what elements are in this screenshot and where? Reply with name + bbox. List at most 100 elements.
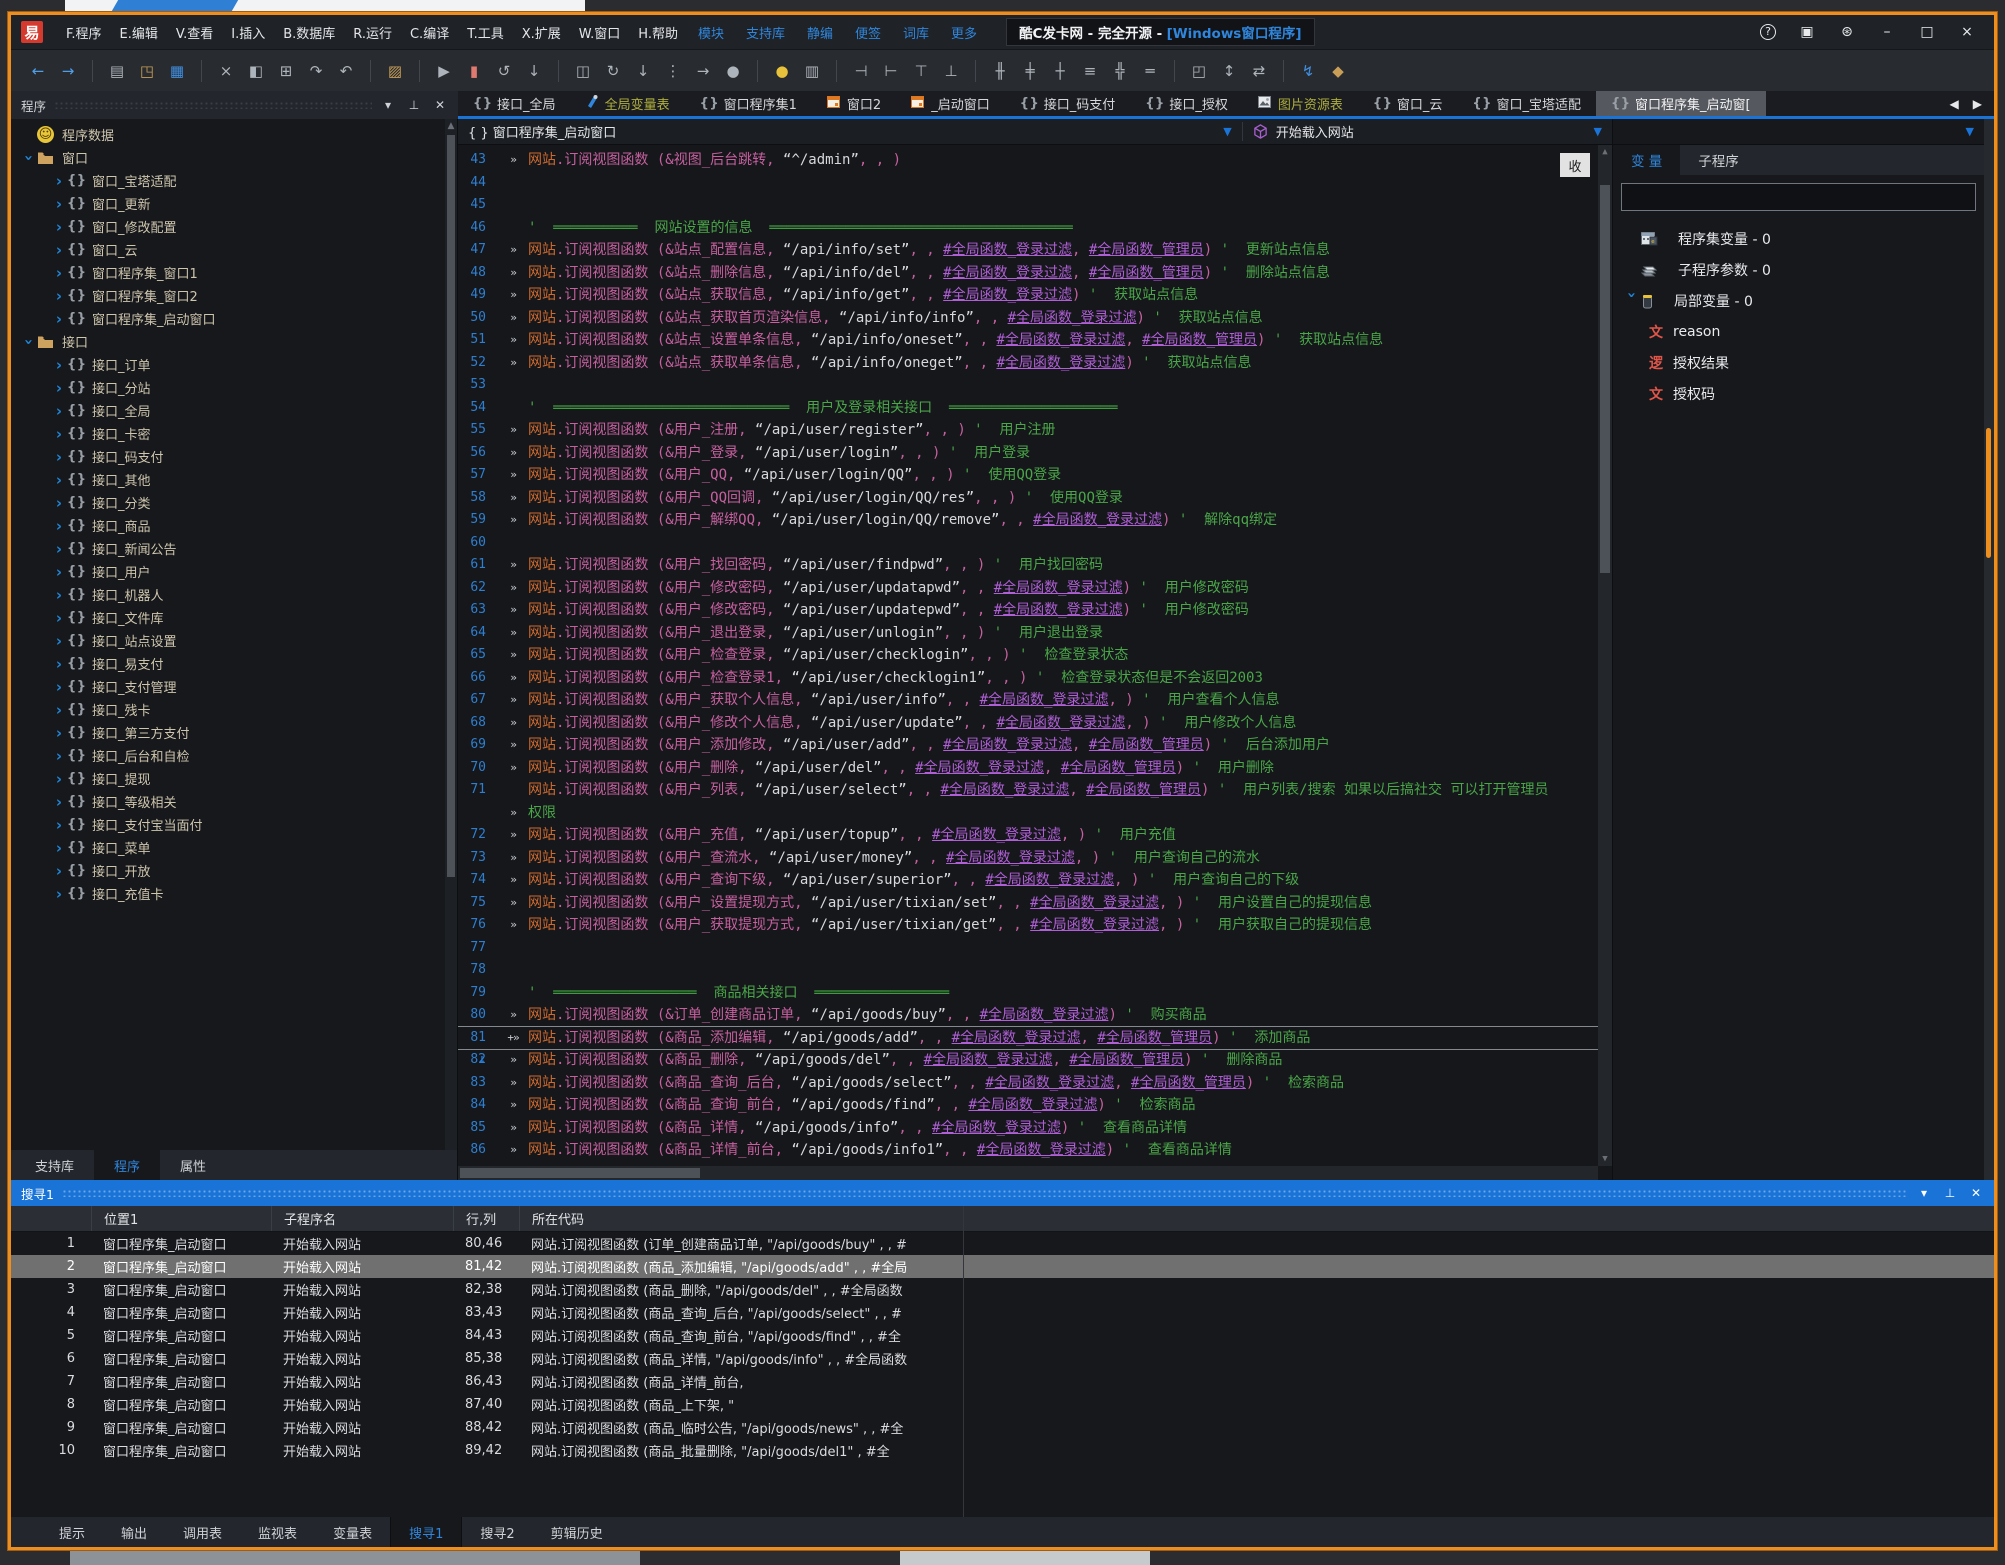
window-preview-icon[interactable]: ◫ (570, 58, 596, 84)
doc-tab[interactable]: _启动窗口 (896, 91, 1005, 116)
menu-item[interactable]: X.扩展 (513, 23, 570, 42)
chevron-right-icon[interactable]: › (51, 471, 67, 489)
variables-filter-input[interactable] (1621, 183, 1976, 211)
table-row[interactable]: 9窗口程序集_启动窗口开始载入网站88,42网站.订阅视图函数 (商品_临时公告… (11, 1416, 1994, 1439)
tree-item[interactable]: ›接口 (11, 330, 457, 353)
insert-down-icon[interactable]: ↓ (630, 58, 656, 84)
goto-icon[interactable]: → (690, 58, 716, 84)
menu-item-extra[interactable]: 便签 (844, 23, 892, 42)
output-tab-变量表[interactable]: 变量表 (315, 1517, 390, 1547)
scrollbar-thumb[interactable] (1600, 185, 1610, 573)
doc-tab[interactable]: 全局变量表 (571, 91, 685, 116)
output-tab-搜寻1[interactable]: 搜寻1 (390, 1517, 462, 1547)
chevron-right-icon[interactable]: › (51, 218, 67, 236)
tree-item[interactable]: ›{ }接口_后台和自检 (11, 744, 457, 767)
new-file-icon[interactable]: ▤ (104, 58, 130, 84)
code-line[interactable]: 85»网站.订阅视图函数 (&商品_详情, “/api/goods/info”,… (458, 1117, 1598, 1140)
chevron-right-icon[interactable]: › (51, 379, 67, 397)
search-panel-close-icon[interactable]: ✕ (1968, 1186, 1984, 1200)
code-line[interactable]: 69»网站.订阅视图函数 (&用户_添加修改, “/api/user/add”,… (458, 734, 1598, 757)
collapse-button[interactable]: 收 (1560, 153, 1590, 177)
menu-item[interactable]: R.运行 (344, 23, 401, 42)
sidebar-pin-icon[interactable]: ⊥ (406, 98, 422, 112)
code-line[interactable]: 62»网站.订阅视图函数 (&用户_修改密码, “/api/user/updat… (458, 577, 1598, 600)
maximize-button[interactable]: □ (1918, 24, 1936, 40)
output-tab-调用表[interactable]: 调用表 (165, 1517, 240, 1547)
search-column-header[interactable] (11, 1206, 91, 1231)
code-line[interactable]: 70»网站.订阅视图函数 (&用户_删除, “/api/user/del”, ,… (458, 757, 1598, 780)
code-line[interactable]: 49»网站.订阅视图函数 (&站点_获取信息, “/api/info/get”,… (458, 284, 1598, 307)
more-dots-icon[interactable]: ⋮ (660, 58, 686, 84)
chevron-down-icon[interactable]: › (1623, 292, 1641, 310)
variables-tab-子程序[interactable]: 子程序 (1680, 145, 1757, 175)
menu-item[interactable]: W.窗口 (570, 23, 630, 42)
chevron-right-icon[interactable]: › (51, 310, 67, 328)
tree-item[interactable]: ›{ }接口_菜单 (11, 836, 457, 859)
code-line[interactable]: 74»网站.订阅视图函数 (&用户_查询下级, “/api/user/super… (458, 869, 1598, 892)
chevron-right-icon[interactable]: › (51, 885, 67, 903)
tree-item[interactable]: ›{ }接口_订单 (11, 353, 457, 376)
code-line[interactable]: 54' ════════════════════════════ 用户及登录相关… (458, 397, 1598, 420)
sidebar-tab-程序[interactable]: 程序 (94, 1150, 160, 1180)
tree-item[interactable]: ›窗口 (11, 146, 457, 169)
menu-item-extra[interactable]: 静编 (796, 23, 844, 42)
code-line[interactable]: 81 ↓+»网站.订阅视图函数 (&商品_添加编辑, “/api/goods/a… (458, 1027, 1598, 1050)
same-width-icon[interactable]: ┼ (1047, 58, 1073, 84)
chevron-right-icon[interactable]: › (51, 609, 67, 627)
editor-vertical-scrollbar[interactable]: ▲ ▼ (1598, 145, 1612, 1166)
menu-item[interactable]: E.编辑 (111, 23, 167, 42)
code-line[interactable]: 56»网站.订阅视图函数 (&用户_登录, “/api/user/login”,… (458, 442, 1598, 465)
table-row[interactable]: 3窗口程序集_启动窗口开始载入网站82,38网站.订阅视图函数 (商品_删除, … (11, 1278, 1994, 1301)
tree-item[interactable]: ›{ }接口_开放 (11, 859, 457, 882)
doc-tab[interactable]: { }接口_授权 (1130, 91, 1243, 116)
code-line[interactable]: 65»网站.订阅视图函数 (&用户_检查登录, “/api/user/check… (458, 644, 1598, 667)
tools-icon[interactable]: ◆ (1325, 58, 1351, 84)
swap-icon[interactable]: ⇄ (1246, 58, 1272, 84)
search-panel-dropdown-icon[interactable]: ▾ (1916, 1186, 1932, 1200)
variables-tree-item[interactable]: 逻授权结果 (1613, 347, 1984, 378)
tree-item[interactable]: ›{ }接口_站点设置 (11, 629, 457, 652)
table-row[interactable]: 7窗口程序集_启动窗口开始载入网站86,43网站.订阅视图函数 (商品_详情_前… (11, 1370, 1994, 1393)
cut-icon[interactable]: × (213, 58, 239, 84)
chevron-right-icon[interactable]: › (51, 241, 67, 259)
record-icon[interactable]: ● (720, 58, 746, 84)
code-line[interactable]: 44 (458, 172, 1598, 195)
table-row[interactable]: 2窗口程序集_启动窗口开始载入网站81,42网站.订阅视图函数 (商品_添加编辑… (11, 1255, 1994, 1278)
chevron-down-icon[interactable]: ▼ (1966, 125, 1974, 138)
code-line[interactable]: 80»网站.订阅视图函数 (&订单_创建商品订单, “/api/goods/bu… (458, 1004, 1598, 1027)
code-line[interactable]: 46' ══════════ 网站设置的信息 ═════════════════… (458, 217, 1598, 240)
code-line[interactable]: 72»网站.订阅视图函数 (&用户_充值, “/api/user/topup”,… (458, 824, 1598, 847)
code-line[interactable]: 58»网站.订阅视图函数 (&用户_QQ回调, “/api/user/login… (458, 487, 1598, 510)
variables-tree-item[interactable]: 子程序参数 - 0 (1613, 254, 1984, 285)
doc-tab[interactable]: { }窗口程序集1 (685, 91, 812, 116)
chevron-right-icon[interactable]: › (51, 195, 67, 213)
menu-item[interactable]: H.帮助 (629, 23, 687, 42)
chevron-right-icon[interactable]: › (51, 701, 67, 719)
undo-icon[interactable]: ↶ (333, 58, 359, 84)
output-tab-监视表[interactable]: 监视表 (240, 1517, 315, 1547)
output-tab-输出[interactable]: 输出 (103, 1517, 165, 1547)
chevron-right-icon[interactable]: › (51, 793, 67, 811)
tree-item[interactable]: ›{ }窗口程序集_窗口2 (11, 284, 457, 307)
tab-scroll-right-icon[interactable]: ▶ (1973, 97, 1982, 111)
tree-item[interactable]: ›{ }接口_全局 (11, 399, 457, 422)
hint-bulb-icon[interactable]: ● (769, 58, 795, 84)
menu-item[interactable]: V.查看 (167, 23, 222, 42)
settings-gear-icon[interactable]: ⊛ (1838, 24, 1856, 40)
tree-item[interactable]: ☺程序数据 (11, 123, 457, 146)
chevron-down-icon[interactable]: › (20, 334, 38, 350)
code-line[interactable]: 71»网站.订阅视图函数 (&用户_列表, “/api/user/select”… (458, 779, 1598, 824)
tree-item[interactable]: ›{ }接口_码支付 (11, 445, 457, 468)
menu-item[interactable]: C.编译 (401, 23, 458, 42)
doc-tab[interactable]: { }接口_全局 (458, 91, 571, 116)
code-line[interactable]: 55»网站.订阅视图函数 (&用户_注册, “/api/user/registe… (458, 419, 1598, 442)
run-icon[interactable]: ▶ (431, 58, 457, 84)
breadcrumb-method[interactable]: 开始载入网站 ▼ (1243, 122, 1612, 141)
search-column-header[interactable]: 所在代码 (519, 1206, 1994, 1231)
doc-tab[interactable]: 图片资源表 (1243, 91, 1358, 116)
code-line[interactable]: 52»网站.订阅视图函数 (&站点_获取单条信息, “/api/info/one… (458, 352, 1598, 375)
tree-item[interactable]: ›{ }接口_残卡 (11, 698, 457, 721)
code-line[interactable]: 78 (458, 959, 1598, 982)
chevron-right-icon[interactable]: › (51, 655, 67, 673)
menu-item-extra[interactable]: 词库 (892, 23, 940, 42)
